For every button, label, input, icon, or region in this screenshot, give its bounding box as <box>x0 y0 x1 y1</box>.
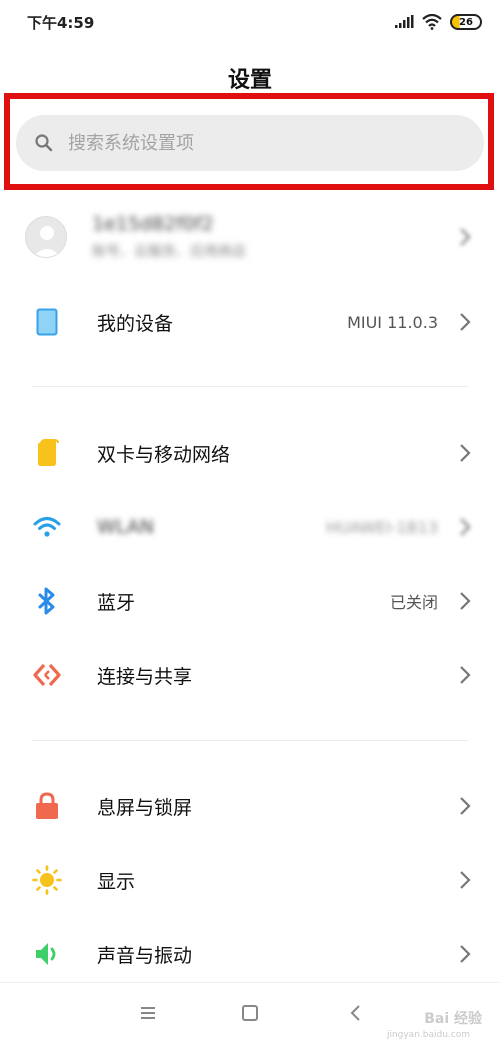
home-icon[interactable] <box>238 1001 262 1025</box>
item-label: 连接与共享 <box>97 665 193 688</box>
chevron-right-icon <box>460 518 471 536</box>
chevron-right-icon <box>460 871 471 889</box>
chevron-right-icon <box>460 444 471 462</box>
chevron-right-icon <box>460 228 471 246</box>
share-icon <box>30 658 64 692</box>
back-icon[interactable] <box>344 1001 368 1025</box>
account-subtitle: 账号、云服务、应用商店 <box>92 244 246 260</box>
item-value: MIUI 11.0.3 <box>347 312 438 332</box>
settings-item-connection-sharing[interactable]: 连接与共享 <box>0 643 500 707</box>
battery-level: 26 <box>459 16 473 28</box>
sim-card-icon <box>30 436 64 470</box>
item-label: 显示 <box>97 870 136 893</box>
item-label: 声音与振动 <box>97 944 193 967</box>
wifi-icon <box>30 510 64 544</box>
settings-item-lock-screen[interactable]: 息屏与锁屏 <box>0 774 500 838</box>
account-row[interactable]: 1e15d82f0f2 账号、云服务、应用商店 <box>0 205 500 269</box>
avatar-person-icon <box>33 226 61 257</box>
watermark-url: jingyan.baidu.com <box>386 1030 470 1040</box>
chevron-right-icon <box>460 945 471 963</box>
settings-item-display[interactable]: 显示 <box>0 848 500 912</box>
settings-item-bluetooth[interactable]: 蓝牙 已关闭 <box>0 569 500 633</box>
section-divider <box>32 386 468 387</box>
bluetooth-icon <box>30 584 64 618</box>
account-name: 1e15d82f0f2 <box>92 213 214 235</box>
section-divider <box>32 740 468 741</box>
device-icon <box>30 305 64 339</box>
chevron-right-icon <box>460 797 471 815</box>
navigation-bar: Bai 经验 jingyan.baidu.com <box>0 982 500 1042</box>
settings-item-my-device[interactable]: 我的设备 MIUI 11.0.3 <box>0 290 500 354</box>
settings-item-wlan[interactable]: WLAN HUAWEI-1B13 <box>0 495 500 559</box>
search-icon <box>35 134 53 152</box>
item-label: 息屏与锁屏 <box>97 796 193 819</box>
search-bar[interactable] <box>16 115 484 171</box>
chevron-right-icon <box>460 592 471 610</box>
avatar <box>25 216 67 258</box>
speaker-icon <box>30 937 64 971</box>
status-icons: 26 <box>394 12 482 32</box>
lock-icon <box>30 789 64 823</box>
sun-icon <box>30 863 64 897</box>
chevron-right-icon <box>460 666 471 684</box>
item-label: 我的设备 <box>97 312 174 335</box>
item-label: 双卡与移动网络 <box>97 443 231 466</box>
item-value: HUAWEI-1B13 <box>326 517 438 537</box>
menu-icon[interactable] <box>136 1001 160 1025</box>
battery-icon: 26 <box>450 14 482 30</box>
item-label: 蓝牙 <box>97 591 136 614</box>
search-input[interactable] <box>68 132 448 154</box>
status-bar: 下午4:59 26 <box>0 0 500 44</box>
status-time: 下午4:59 <box>27 14 95 32</box>
page-title: 设置 <box>227 68 272 93</box>
settings-item-sound[interactable]: 声音与振动 <box>0 922 500 986</box>
watermark-brand: Bai 经验 <box>424 1011 482 1027</box>
item-value: 已关闭 <box>389 593 438 612</box>
chevron-right-icon <box>460 313 471 331</box>
settings-item-sim[interactable]: 双卡与移动网络 <box>0 421 500 485</box>
wifi-status-icon <box>422 14 442 30</box>
item-label: WLAN <box>97 516 155 538</box>
signal-icon <box>395 15 414 28</box>
